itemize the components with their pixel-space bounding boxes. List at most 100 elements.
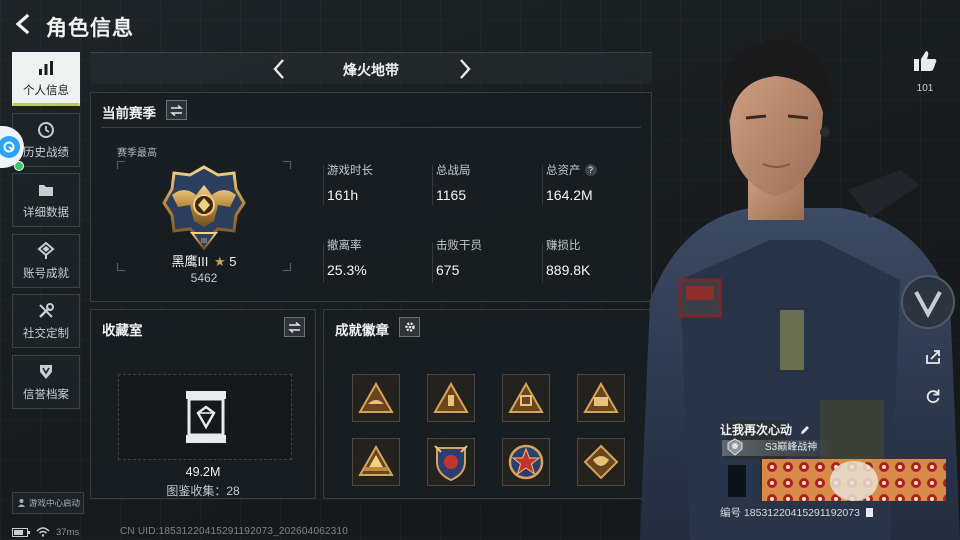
stat-divider (542, 243, 543, 283)
collection-panel[interactable]: 收藏室 49.2M 图鉴收集：28 (90, 309, 316, 499)
svg-text:III: III (201, 237, 207, 245)
badge-4[interactable] (577, 374, 625, 422)
gear-icon (404, 322, 415, 332)
stat-divider (323, 243, 324, 283)
copy-icon (865, 508, 873, 517)
shield-icon (37, 362, 55, 382)
collection-switch-button[interactable] (284, 317, 305, 337)
assistant-icon (0, 136, 20, 158)
player-id: 18531220415291192073 (743, 507, 860, 519)
thumbs-up-icon (914, 51, 937, 71)
swap-icon (170, 104, 183, 116)
medal-icon (37, 241, 55, 261)
refresh-icon (926, 389, 940, 404)
badge-5[interactable] (352, 438, 400, 486)
stat-divider (432, 165, 433, 205)
stat-divider (542, 165, 543, 205)
season-switch-button[interactable] (166, 100, 187, 120)
game-center-button[interactable]: 游戏中心启动 (12, 492, 84, 514)
triangle-badge-icon (358, 382, 394, 413)
collection-value: 49.2M (185, 465, 221, 479)
nav-item-label: 信誉档案 (23, 388, 69, 401)
copy-id-button[interactable] (865, 507, 874, 521)
stat-divider (432, 243, 433, 283)
share-button[interactable] (920, 344, 946, 370)
nav-item-detailed-data[interactable]: 详细数据 (12, 173, 80, 227)
bar-chart-icon (37, 58, 55, 78)
person-icon (17, 498, 26, 509)
diamond-badge-icon (583, 444, 619, 480)
rank-stars: 5 (229, 254, 237, 269)
refresh-button[interactable] (920, 383, 946, 409)
title-emblem-icon (727, 438, 743, 456)
stat-play-time: 游戏时长 161h (327, 162, 427, 203)
rank-score: 5462 (190, 271, 218, 285)
star-icon: ★ (213, 254, 226, 269)
season-subtitle: 赛季最高 (117, 148, 157, 159)
season-divider (101, 127, 641, 128)
mode-next-button[interactable] (452, 57, 476, 81)
edit-name-button[interactable] (799, 424, 811, 439)
stat-label: 总战局 (436, 165, 471, 177)
badge-6[interactable] (427, 438, 475, 486)
player-name-line: 让我再次心动 (720, 421, 811, 439)
like-count: 101 (916, 83, 934, 94)
profile-banner (716, 459, 946, 501)
like-button[interactable]: 101 (908, 50, 942, 94)
triangle-badge-icon (508, 382, 544, 413)
season-panel: 当前赛季 赛季最高 III 黑鹰III ★ 5 5462 游戏时长 161h 总… (90, 92, 652, 302)
shield-badge-icon (434, 445, 468, 482)
back-button[interactable] (10, 10, 36, 38)
rank-emblem-icon: III (162, 165, 246, 251)
stat-label: 击败干员 (436, 240, 482, 252)
stat-label-text: 总资产 (546, 165, 581, 177)
swap-icon (288, 321, 301, 333)
tools-icon (37, 301, 55, 321)
nav-item-achievements[interactable]: 账号成就 (12, 233, 80, 288)
nav-item-label: 个人信息 (23, 85, 69, 97)
stat-label: 游戏时长 (327, 165, 373, 177)
pencil-icon (801, 426, 810, 434)
badge-3[interactable] (502, 374, 550, 422)
help-icon[interactable]: ? (584, 164, 597, 176)
badge-1[interactable] (352, 374, 400, 422)
badges-panel: 成就徽章 (323, 309, 652, 499)
folder-icon (37, 180, 55, 200)
page-title: 角色信息 (46, 17, 134, 40)
triangle-badge-icon (583, 382, 619, 413)
player-name: 让我再次心动 (720, 423, 793, 437)
stat-value: 25.3% (327, 262, 367, 278)
back-arrow-icon (15, 13, 30, 35)
badge-7[interactable] (502, 438, 550, 486)
nav-item-credit-record[interactable]: 信誉档案 (12, 354, 80, 409)
season-title: 当前赛季 (102, 106, 156, 121)
ping-value: 37ms (56, 526, 80, 538)
star-medal-icon (508, 444, 544, 480)
battery-icon (12, 527, 30, 537)
player-id-line: 编号 18531220415291192073 (720, 505, 874, 521)
stat-value: 675 (436, 262, 460, 278)
mode-selector: 烽火地带 (90, 52, 652, 84)
badge-8[interactable] (577, 438, 625, 486)
side-nav: 个人信息 历史战绩 详细数据 账号成就 社交定制 信誉档案 (12, 52, 82, 415)
stat-value: 1165 (436, 187, 467, 203)
nav-item-personal-info[interactable]: 个人信息 (12, 52, 80, 106)
account-uid: CN UID:18531220415291192073_202604062310 (120, 526, 349, 537)
chevron-right-icon (460, 59, 471, 79)
triangle-badge-icon (358, 445, 394, 476)
stat-label: 撤离率 (327, 240, 362, 252)
mode-name: 烽火地带 (343, 62, 399, 78)
display-case-icon (186, 391, 226, 443)
badges-settings-button[interactable] (399, 317, 420, 337)
online-indicator (14, 161, 24, 171)
nav-item-label: 历史战绩 (23, 146, 69, 159)
stat-operators-defeated: 击败干员 675 (436, 237, 536, 278)
rank-name: 黑鹰III (171, 254, 209, 269)
share-icon (926, 350, 940, 364)
collection-count: 图鉴收集：28 (166, 484, 240, 498)
badges-title: 成就徽章 (335, 323, 389, 338)
nav-item-social-custom[interactable]: 社交定制 (12, 294, 80, 348)
collection-title: 收藏室 (102, 323, 143, 338)
badge-2[interactable] (427, 374, 475, 422)
stat-total-matches: 总战局 1165 (436, 162, 536, 203)
